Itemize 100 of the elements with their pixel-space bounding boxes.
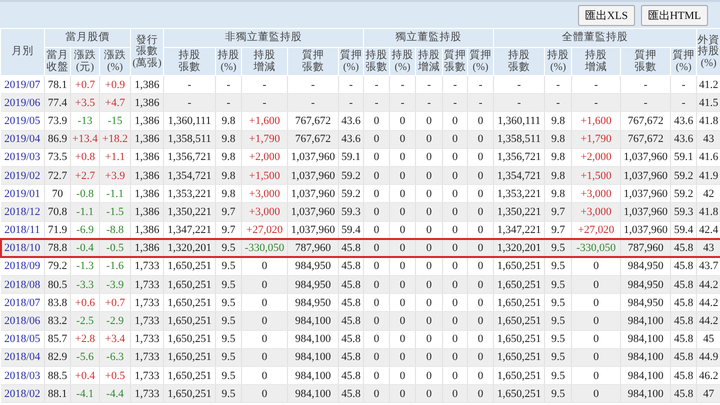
- table-cell: 44.9: [696, 348, 720, 366]
- table-cell: 9.5: [544, 312, 572, 330]
- table-cell: 41.6: [696, 148, 720, 166]
- month-link[interactable]: 2018/12: [0, 202, 44, 221]
- month-link[interactable]: 2019/04: [0, 130, 44, 148]
- table-cell: 1,320,201: [494, 239, 545, 258]
- column-header: 持股增減: [252, 50, 276, 74]
- table-cell: 1,356,721: [494, 148, 545, 166]
- table-cell: 0: [364, 202, 390, 221]
- month-link[interactable]: 2018/11: [0, 221, 44, 240]
- table-cell: 1,350,221: [494, 202, 545, 221]
- table-cell: -: [288, 94, 338, 112]
- table-cell: 0: [390, 112, 416, 130]
- table-cell: +2,000: [242, 148, 288, 166]
- table-cell: 86.9: [44, 130, 70, 148]
- table-cell: 9.5: [544, 348, 572, 366]
- table-cell: +1,500: [242, 166, 288, 185]
- export-button[interactable]: 匯出XLS: [578, 4, 635, 26]
- table-cell: 59.3: [670, 202, 697, 221]
- table-cell: 0: [442, 221, 468, 240]
- table-cell: 1,347,221: [164, 221, 216, 240]
- table-cell: 0: [468, 202, 494, 221]
- table-cell: 1,650,251: [494, 330, 545, 348]
- table-cell: +4.7: [100, 94, 130, 112]
- month-link[interactable]: 2019/03: [0, 148, 44, 166]
- table-cell: 0: [242, 330, 288, 348]
- table-cell: 41.5: [696, 94, 720, 112]
- table-cell: 984,100: [288, 312, 338, 330]
- table-cell: +1,790: [242, 130, 288, 148]
- month-link[interactable]: 2019/05: [0, 112, 44, 130]
- table-cell: 0: [468, 130, 494, 148]
- month-link[interactable]: 2018/04: [0, 348, 44, 366]
- table-cell: 0: [364, 130, 390, 148]
- column-header: 漲跌(%): [103, 50, 127, 74]
- table-cell: 1,320,201: [164, 239, 216, 258]
- month-link[interactable]: 2018/10: [0, 239, 44, 258]
- table-cell: 1,650,251: [164, 330, 216, 348]
- table-cell: 984,950: [620, 276, 671, 294]
- table-cell: 1,386: [130, 239, 164, 258]
- table-cell: 70.8: [44, 202, 70, 221]
- table-cell: 1,356,721: [164, 148, 216, 166]
- table-cell: +3.4: [100, 330, 130, 348]
- table-cell: 984,100: [288, 384, 338, 403]
- table-cell: 45.8: [670, 330, 697, 348]
- group-header: 非獨立董監持股: [225, 32, 302, 44]
- month-link[interactable]: 2019/02: [0, 166, 44, 185]
- table-cell: -330,050: [572, 239, 621, 258]
- month-link[interactable]: 2018/02: [0, 384, 44, 403]
- table-cell: 45: [696, 330, 720, 348]
- column-header: 當月收盤: [46, 50, 70, 74]
- table-cell: 59.3: [338, 202, 364, 221]
- month-link[interactable]: 2018/06: [0, 312, 44, 330]
- table-cell: -4.1: [70, 384, 100, 403]
- table-cell: -6.3: [100, 348, 130, 366]
- table-cell: 9.5: [544, 276, 572, 294]
- table-cell: 45.8: [338, 384, 364, 403]
- table-cell: 45.8: [670, 348, 697, 366]
- table-cell: 9.5: [216, 312, 242, 330]
- table-cell: 1,037,960: [288, 202, 338, 221]
- table-cell: 0: [364, 276, 390, 294]
- column-header: 持股(%): [546, 50, 570, 74]
- table-cell: 41.8: [696, 202, 720, 221]
- table-cell: -: [468, 94, 494, 112]
- export-button[interactable]: 匯出HTML: [640, 4, 708, 26]
- table-cell: 45.8: [670, 276, 697, 294]
- month-link[interactable]: 2018/05: [0, 330, 44, 348]
- table-cell: 0: [442, 166, 468, 185]
- table-cell: 0: [468, 239, 494, 258]
- table-cell: 0: [242, 312, 288, 330]
- table-cell: 1,037,960: [288, 148, 338, 166]
- table-cell: 0: [390, 276, 416, 294]
- table-cell: 73.9: [44, 112, 70, 130]
- table-cell: +1,600: [572, 112, 621, 130]
- month-link[interactable]: 2019/06: [0, 94, 44, 112]
- table-cell: 1,347,221: [494, 221, 545, 240]
- table-cell: 0: [390, 166, 416, 185]
- table-cell: 9.7: [544, 202, 572, 221]
- table-cell: 59.4: [338, 221, 364, 240]
- table-cell: 0: [468, 312, 494, 330]
- table-cell: 0: [242, 276, 288, 294]
- table-cell: 767,672: [288, 130, 338, 148]
- table-cell: 0: [242, 348, 288, 366]
- table-cell: 0: [572, 330, 621, 348]
- table-cell: 1,037,960: [288, 166, 338, 185]
- month-link[interactable]: 2018/08: [0, 276, 44, 294]
- table-cell: 9.8: [544, 130, 572, 148]
- table-cell: 0: [468, 221, 494, 240]
- table-cell: 0: [364, 221, 390, 240]
- table-cell: 47: [696, 384, 720, 403]
- table-cell: 1,650,251: [494, 348, 545, 366]
- table-cell: 85.7: [44, 330, 70, 348]
- column-header: 漲跌(元): [73, 50, 97, 74]
- table-cell: 0: [442, 202, 468, 221]
- column-header: 質押(%): [340, 50, 363, 74]
- table-cell: 0: [416, 384, 443, 403]
- table-cell: 0: [442, 148, 468, 166]
- table-cell: 0: [416, 276, 443, 294]
- table-cell: 9.5: [216, 276, 242, 294]
- table-cell: 767,672: [288, 112, 338, 130]
- table-cell: 0: [442, 130, 468, 148]
